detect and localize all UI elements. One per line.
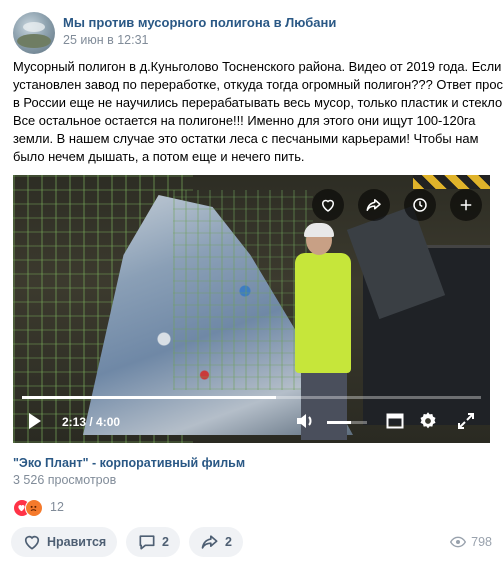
views-count: 798 [471, 535, 492, 549]
post-text-line: в России еще не научились перерабатывать… [13, 95, 503, 111]
video-frame-scene [173, 190, 313, 390]
clock-icon[interactable] [404, 189, 436, 221]
comment-icon [139, 535, 155, 550]
volume-icon[interactable] [295, 411, 317, 436]
views-counter: 798 [450, 535, 492, 549]
post-text-line: установлен завод по переработке, откуда … [13, 77, 503, 93]
miniplayer-icon[interactable] [386, 411, 404, 436]
heart-icon [24, 535, 40, 550]
video-frame-scene [304, 223, 334, 237]
post: Мы против мусорного полигона в Любани 25… [0, 0, 503, 563]
video-progress-fill [22, 396, 277, 399]
shares-count: 2 [225, 535, 232, 549]
like-button[interactable]: Нравится [11, 527, 118, 557]
video-frame-scene [413, 175, 490, 189]
fullscreen-icon[interactable] [456, 411, 476, 436]
video-player[interactable]: 2:13 / 4:00 [13, 175, 490, 443]
settings-icon[interactable] [418, 411, 438, 436]
comments-count: 2 [162, 535, 169, 549]
heart-icon[interactable] [312, 189, 344, 221]
play-icon[interactable] [27, 411, 43, 436]
post-text-line: земли. В нашем случае это остатки леса с… [13, 131, 479, 147]
share-icon[interactable] [358, 189, 390, 221]
post-date[interactable]: 25 июн в 12:31 [63, 33, 149, 47]
share-button[interactable]: 2 [189, 527, 243, 557]
video-title-link[interactable]: "Эко Плант" - корпоративный фильм [13, 456, 245, 470]
volume-slider-fill [327, 421, 351, 424]
like-button-label: Нравится [47, 535, 107, 549]
video-time: 2:13 / 4:00 [62, 415, 121, 429]
post-text-line: было нечем дышать, а потом еще и нечего … [13, 149, 305, 165]
angry-reaction-icon [25, 499, 43, 517]
video-views: 3 526 просмотров [13, 473, 117, 487]
post-text: Мусорный полигон в д.Куньголово Тосненск… [13, 58, 503, 167]
group-avatar[interactable] [13, 12, 55, 54]
reactions-count: 12 [50, 500, 64, 514]
group-name-link[interactable]: Мы против мусорного полигона в Любани [63, 15, 336, 30]
video-progress-bar[interactable] [22, 396, 481, 399]
video-frame-scene [295, 253, 351, 373]
share-icon [201, 535, 218, 549]
plus-icon[interactable] [450, 189, 482, 221]
comment-button[interactable]: 2 [126, 527, 180, 557]
volume-slider[interactable] [327, 421, 367, 424]
post-text-line: Мусорный полигон в д.Куньголово Тосненск… [13, 59, 502, 74]
eye-icon [450, 536, 467, 548]
post-text-line: Все остальное остается на полигоне!!! Им… [13, 113, 476, 129]
